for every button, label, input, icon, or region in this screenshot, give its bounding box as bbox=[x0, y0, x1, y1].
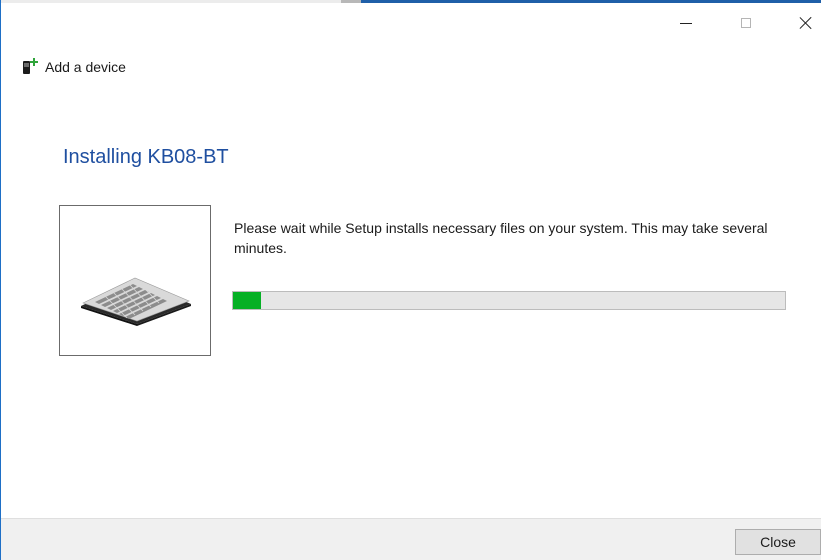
minimize-icon bbox=[680, 22, 692, 24]
footer-bar: Close bbox=[1, 518, 821, 560]
device-image bbox=[59, 205, 211, 356]
page-title: Installing KB08-BT bbox=[63, 146, 229, 168]
add-device-icon bbox=[21, 58, 39, 76]
window-top-edge-accent bbox=[341, 0, 361, 3]
close-button[interactable]: Close bbox=[735, 529, 821, 555]
maximize-icon bbox=[741, 18, 751, 28]
window-top-edge-blue bbox=[361, 0, 821, 3]
app-title: Add a device bbox=[45, 59, 126, 75]
maximize-button[interactable] bbox=[723, 8, 769, 38]
install-progress-bar bbox=[232, 291, 786, 310]
install-message: Please wait while Setup installs necessa… bbox=[234, 220, 768, 256]
app-header: Add a device bbox=[21, 57, 126, 77]
add-device-window: Add a device Installing KB08-BT Please w… bbox=[0, 0, 821, 560]
close-icon bbox=[799, 16, 813, 30]
minimize-button[interactable] bbox=[663, 8, 709, 38]
keyboard-icon bbox=[81, 277, 191, 326]
close-window-button[interactable] bbox=[783, 8, 821, 38]
install-progress-fill bbox=[233, 292, 261, 309]
